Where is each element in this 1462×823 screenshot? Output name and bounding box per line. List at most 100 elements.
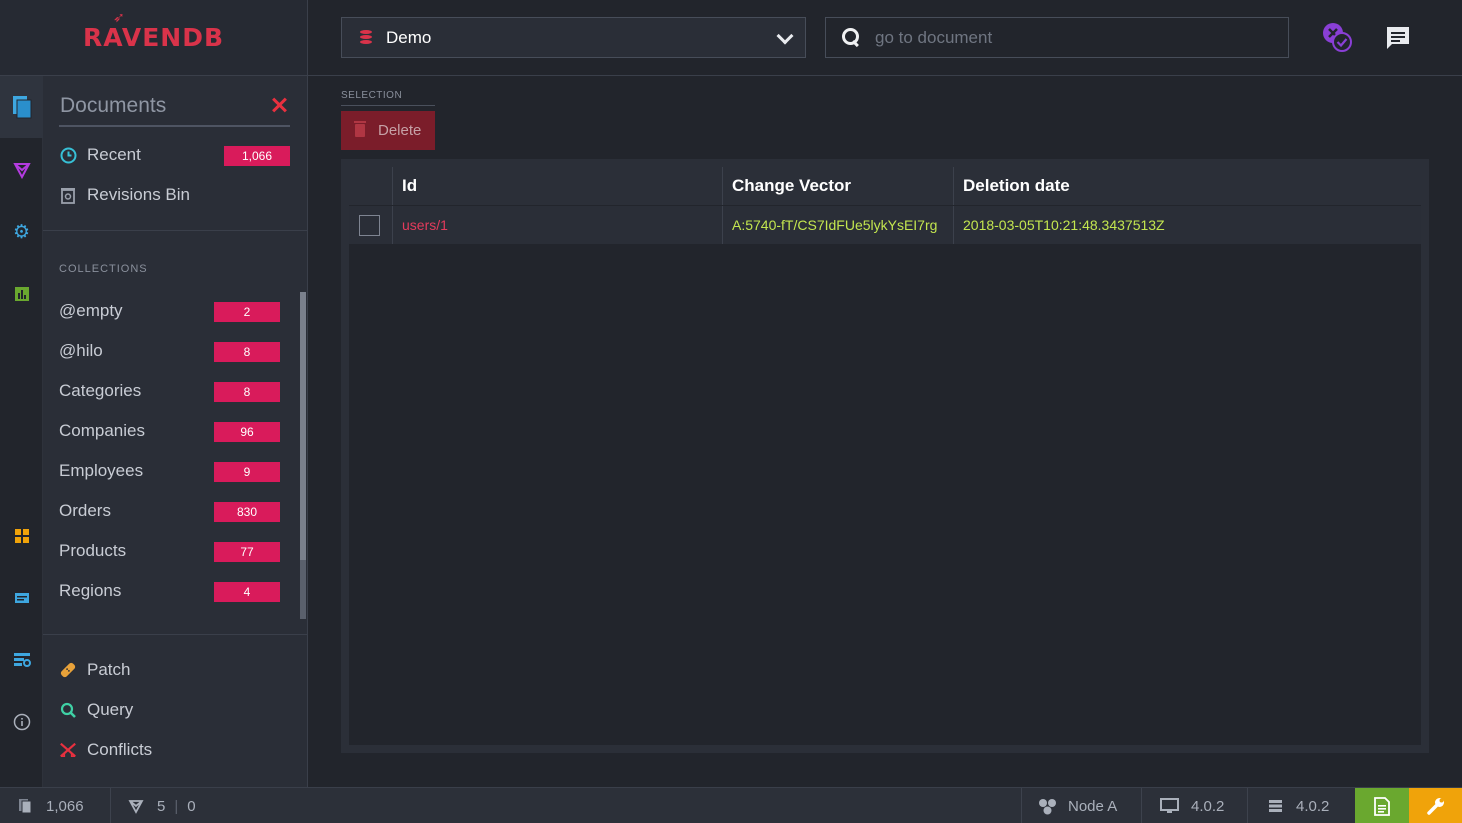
database-selector[interactable]: Demo xyxy=(341,17,806,58)
close-icon[interactable] xyxy=(271,97,287,113)
collection-name: Employees xyxy=(59,461,144,480)
indexes-icon xyxy=(128,800,144,814)
main-menu-rail: ⚙ xyxy=(0,76,43,787)
chat-icon[interactable] xyxy=(1385,25,1411,51)
column-header-id[interactable]: Id xyxy=(392,167,722,205)
logo-text: RAVENDB xyxy=(82,23,225,52)
index-errors-value: 0 xyxy=(187,797,196,815)
documents-icon xyxy=(19,799,32,814)
patch-icon xyxy=(59,661,77,679)
status-separator xyxy=(1247,788,1248,823)
collection-item[interactable]: @hilo 8 xyxy=(59,335,290,367)
collection-item[interactable]: Employees 9 xyxy=(59,455,290,487)
nav-conflicts-label: Conflicts xyxy=(87,740,153,759)
server-icon xyxy=(1269,800,1282,812)
recent-count-badge: 1,066 xyxy=(224,146,290,166)
status-separator xyxy=(1141,788,1142,823)
ravendb-logo[interactable]: ➶ RAVENDB xyxy=(82,10,225,52)
trash-icon xyxy=(354,121,366,137)
databases-icon xyxy=(14,593,29,603)
rail-settings[interactable]: ⚙ xyxy=(0,201,43,263)
rail-dashboard[interactable] xyxy=(0,505,43,567)
dashboard-icon xyxy=(14,529,29,543)
status-separator xyxy=(1021,788,1022,823)
status-index-count[interactable]: 5 | 0 xyxy=(128,788,196,823)
nav-recent[interactable]: Recent 1,066 xyxy=(59,139,290,171)
row-select-cell xyxy=(349,206,392,244)
collection-item[interactable]: Products 77 xyxy=(59,535,290,567)
rail-server-settings[interactable] xyxy=(0,629,43,691)
node-tag: Node A xyxy=(1068,797,1118,815)
collection-item[interactable]: Categories 8 xyxy=(59,375,290,407)
collection-name: Products xyxy=(59,541,127,560)
search-input[interactable] xyxy=(875,27,1275,48)
wrench-icon xyxy=(1426,798,1444,815)
row-checkbox[interactable] xyxy=(359,215,380,236)
status-node[interactable]: Node A xyxy=(1038,788,1117,823)
info-icon xyxy=(13,713,30,731)
revisions-bin-icon xyxy=(59,186,77,204)
query-search-icon xyxy=(59,701,77,719)
server-settings-icon xyxy=(13,653,31,667)
documents-panel: Documents Recent 1,066 Revisions Bin COL… xyxy=(43,76,308,787)
collection-item[interactable]: Regions 4 xyxy=(59,575,290,607)
license-status-button[interactable] xyxy=(1355,788,1409,823)
select-all-column[interactable] xyxy=(349,167,392,205)
collection-item[interactable]: @empty 2 xyxy=(59,295,290,327)
panel-divider xyxy=(43,634,307,635)
collection-name: @hilo xyxy=(59,341,103,360)
stats-icon xyxy=(14,287,29,301)
cell-change-vector: A:5740-fT/CS7IdFUe5lykYsEI7rg xyxy=(722,206,953,244)
admin-tools-button[interactable] xyxy=(1409,788,1462,823)
status-doc-count[interactable]: 1,066 xyxy=(18,788,84,823)
table-row[interactable]: users/1 A:5740-fT/CS7IdFUe5lykYsEI7rg 20… xyxy=(349,206,1421,244)
status-server-version[interactable]: 4.0.2 xyxy=(1268,788,1329,823)
collection-item[interactable]: Companies 96 xyxy=(59,415,290,447)
gear-icon: ⚙ xyxy=(12,221,31,243)
collections-scrollbar-thumb[interactable] xyxy=(300,292,306,560)
rail-about[interactable] xyxy=(0,691,43,753)
nav-patch-label: Patch xyxy=(87,660,131,679)
column-header-deletion-date[interactable]: Deletion date xyxy=(953,167,1421,205)
cell-id: users/1 xyxy=(392,206,722,244)
database-icon xyxy=(360,30,372,45)
search-icon xyxy=(842,28,861,47)
delete-button-label: Delete xyxy=(378,122,422,139)
nav-patch[interactable]: Patch xyxy=(59,654,290,686)
top-bar: Demo xyxy=(308,0,1462,76)
rail-stats[interactable] xyxy=(0,263,43,325)
document-id-link[interactable]: users/1 xyxy=(402,217,448,233)
panel-title: Documents xyxy=(60,94,167,117)
rail-databases[interactable] xyxy=(0,567,43,629)
nav-query[interactable]: Query xyxy=(59,694,290,726)
collection-name: Companies xyxy=(59,421,145,440)
notification-status-icon[interactable] xyxy=(1322,22,1354,54)
doc-count-value: 1,066 xyxy=(46,797,84,815)
delete-button[interactable]: Delete xyxy=(341,111,435,150)
panel-divider xyxy=(43,230,307,231)
nav-revisions-bin[interactable]: Revisions Bin xyxy=(59,179,290,211)
collection-name: @empty xyxy=(59,301,123,320)
collection-name: Orders xyxy=(59,501,111,520)
logo-area: ➶ RAVENDB xyxy=(0,0,308,76)
status-client-version[interactable]: 4.0.2 xyxy=(1160,788,1224,823)
rail-documents[interactable] xyxy=(0,76,43,138)
client-version-value: 4.0.2 xyxy=(1191,797,1225,815)
grid-header: Id Change Vector Deletion date xyxy=(349,167,1421,205)
go-to-document-search[interactable] xyxy=(825,17,1289,58)
selection-label: SELECTION xyxy=(341,90,435,106)
collection-count-badge: 8 xyxy=(214,342,280,362)
conflicts-icon xyxy=(59,741,77,759)
column-header-change-vector[interactable]: Change Vector xyxy=(722,167,953,205)
rail-indexes[interactable] xyxy=(0,139,43,201)
collection-count-badge: 77 xyxy=(214,542,280,562)
nav-recent-label: Recent xyxy=(87,145,141,164)
collection-name: Categories xyxy=(59,381,142,400)
nav-conflicts[interactable]: Conflicts xyxy=(59,734,290,766)
collection-item[interactable]: Orders 830 xyxy=(59,495,290,527)
collections-heading: COLLECTIONS xyxy=(59,263,148,275)
collection-count-badge: 96 xyxy=(214,422,280,442)
panel-header: Documents xyxy=(59,76,290,127)
raven-bird-icon: ➶ xyxy=(112,10,126,26)
nav-revisions-bin-label: Revisions Bin xyxy=(87,185,190,204)
